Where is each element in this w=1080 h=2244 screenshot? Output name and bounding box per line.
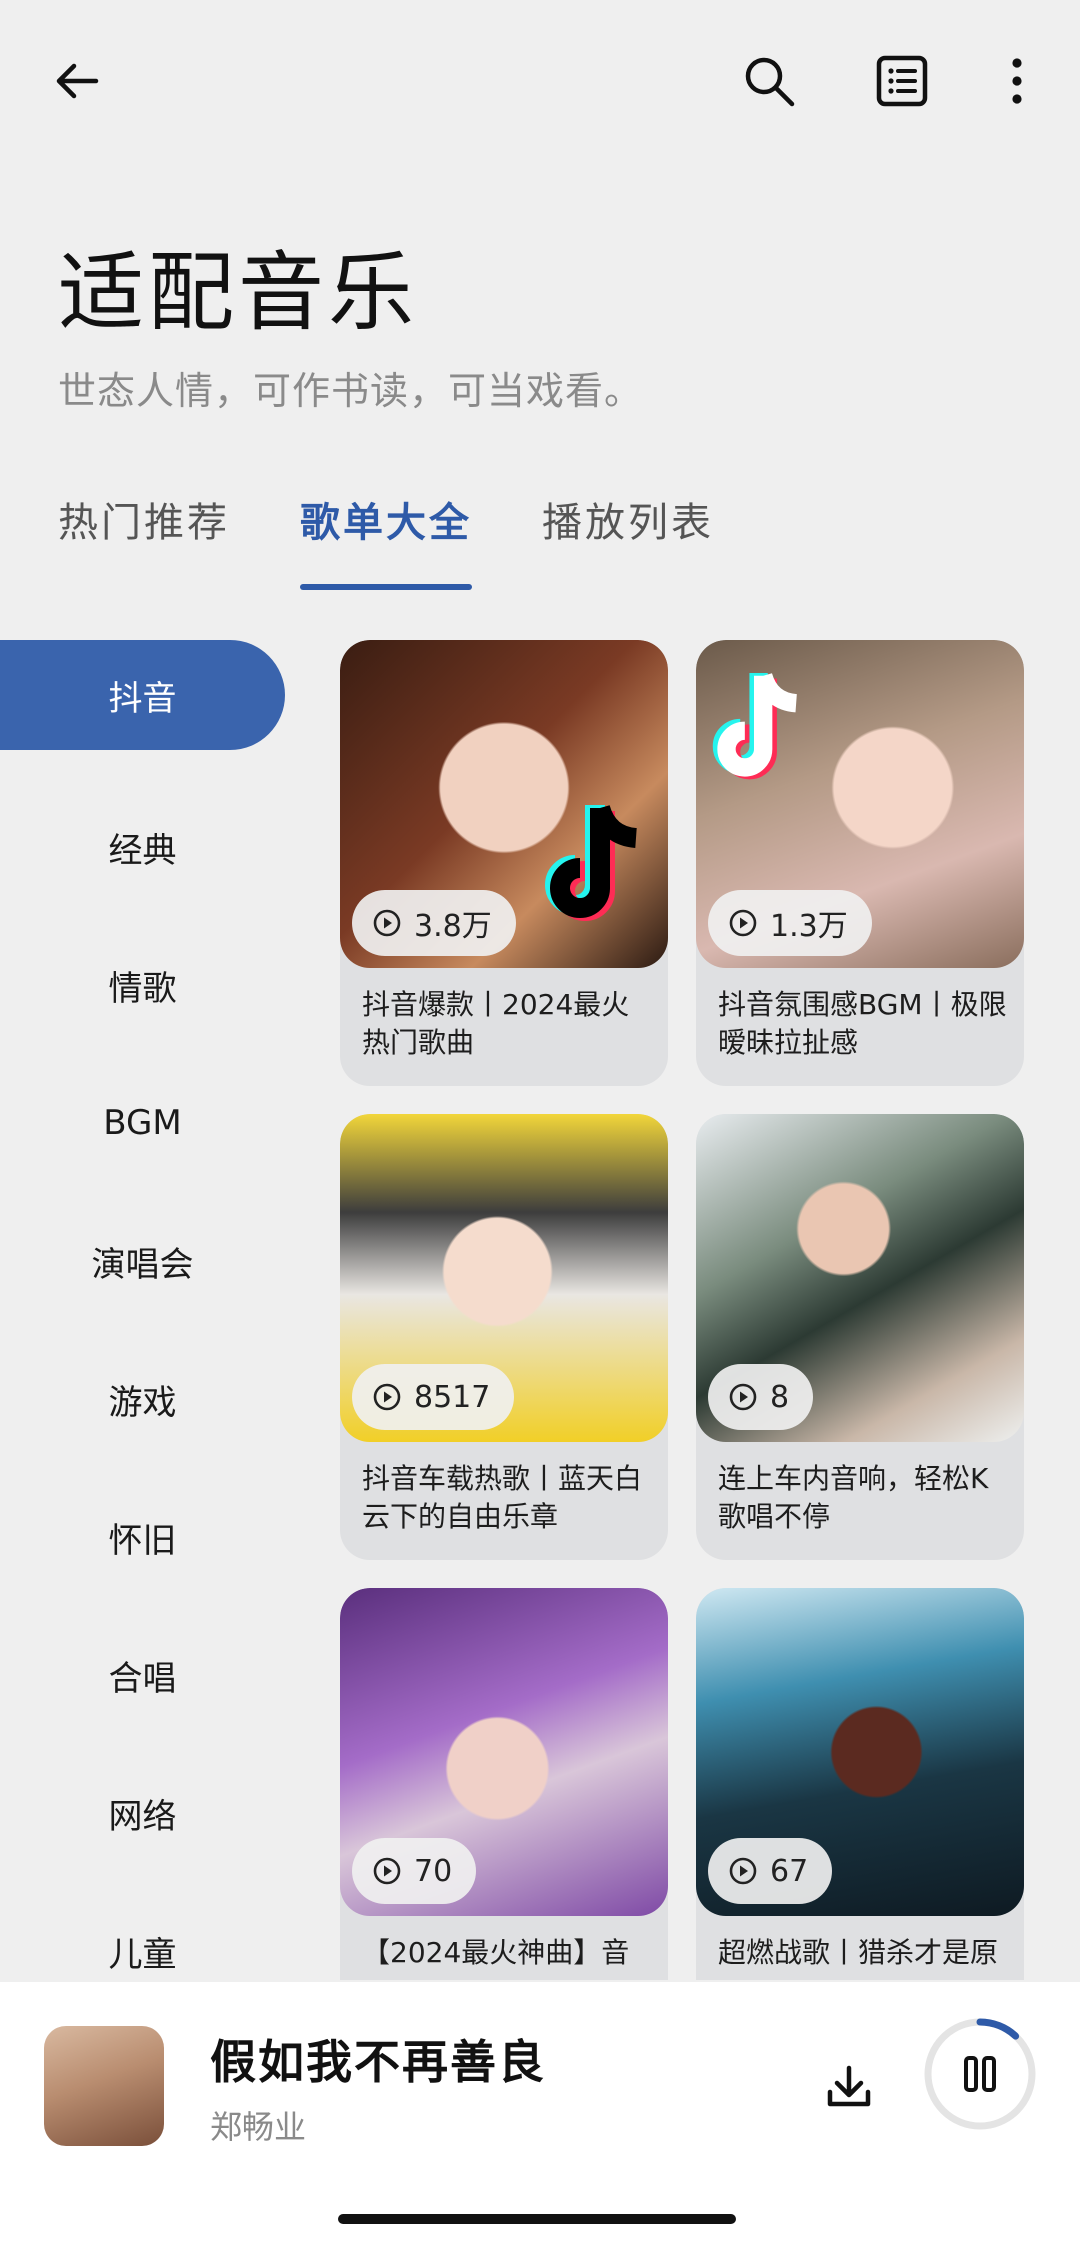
pause-icon bbox=[964, 2056, 996, 2092]
play-count-badge: 67 bbox=[708, 1838, 833, 1904]
category-chorus[interactable]: 合唱 bbox=[0, 1606, 285, 1744]
list-icon bbox=[876, 55, 928, 107]
play-circle-icon bbox=[729, 1857, 757, 1885]
play-circle-icon bbox=[729, 909, 757, 937]
more-options-button[interactable] bbox=[972, 36, 1062, 126]
page-title: 适配音乐 bbox=[58, 243, 418, 343]
playlist-cover: 8517 bbox=[340, 1114, 668, 1442]
category-nostalgia[interactable]: 怀旧 bbox=[0, 1468, 285, 1606]
playlist-title: 【2024最火神曲】音 bbox=[362, 1936, 630, 1969]
category-douyin[interactable]: 抖音 bbox=[0, 640, 285, 750]
play-count-badge: 3.8万 bbox=[352, 890, 516, 956]
category-internet[interactable]: 网络 bbox=[0, 1744, 285, 1882]
playlist-title: 超燃战歌丨猎杀才是原 bbox=[718, 1936, 999, 1969]
artist-name: 郑畅业 bbox=[210, 2108, 307, 2146]
home-indicator[interactable] bbox=[338, 2214, 736, 2224]
playlist-cover: 67 bbox=[696, 1588, 1024, 1916]
download-icon bbox=[827, 2065, 871, 2107]
play-count: 8 bbox=[770, 1379, 790, 1415]
top-bar bbox=[0, 0, 1080, 160]
page-subtitle: 世态人情，可作书读，可当戏看。 bbox=[58, 369, 644, 413]
play-circle-icon bbox=[373, 909, 401, 937]
song-title: 假如我不再善良 bbox=[210, 2035, 546, 2089]
mini-player[interactable]: 假如我不再善良 郑畅业 bbox=[0, 1982, 1080, 2244]
tab-bar: 热门推荐 歌单大全 播放列表 bbox=[58, 490, 784, 590]
playlist-cover: 3.8万 bbox=[340, 640, 668, 968]
playlist-card[interactable]: 8 连上车内音响，轻松K歌唱不停 bbox=[696, 1114, 1024, 1560]
tiktok-logo-icon bbox=[545, 804, 638, 921]
tab-playlists[interactable]: 歌单大全 bbox=[300, 490, 472, 590]
play-circle-icon bbox=[373, 1383, 401, 1411]
more-vertical-icon bbox=[1012, 58, 1022, 104]
category-bgm[interactable]: BGM bbox=[0, 1054, 285, 1192]
playlist-cover: 70 bbox=[340, 1588, 668, 1916]
category-game[interactable]: 游戏 bbox=[0, 1330, 285, 1468]
album-art[interactable] bbox=[44, 2026, 164, 2146]
play-count: 8517 bbox=[414, 1379, 491, 1415]
play-circle-icon bbox=[373, 1857, 401, 1885]
playlist-card[interactable]: 1.3万 抖音氛围感BGM丨极限暧昧拉扯感 bbox=[696, 640, 1024, 1086]
playlist-card[interactable]: 67 超燃战歌丨猎杀才是原 bbox=[696, 1588, 1024, 1980]
category-concert[interactable]: 演唱会 bbox=[0, 1192, 285, 1330]
category-classic[interactable]: 经典 bbox=[0, 778, 285, 916]
search-icon bbox=[745, 57, 795, 107]
tab-hot-recommend[interactable]: 热门推荐 bbox=[58, 490, 230, 590]
playlist-title: 连上车内音响，轻松K歌唱不停 bbox=[718, 1462, 989, 1533]
search-button[interactable] bbox=[724, 36, 814, 126]
playlist-cover: 8 bbox=[696, 1114, 1024, 1442]
play-count-badge: 70 bbox=[352, 1838, 477, 1904]
play-count-badge: 8517 bbox=[352, 1364, 515, 1430]
back-button[interactable] bbox=[32, 36, 122, 126]
category-love-songs[interactable]: 情歌 bbox=[0, 916, 285, 1054]
playlist-title: 抖音爆款丨2024最火热门歌曲 bbox=[362, 988, 630, 1059]
play-circle-icon bbox=[729, 1383, 757, 1411]
tab-play-queue[interactable]: 播放列表 bbox=[542, 490, 714, 590]
play-count: 67 bbox=[770, 1853, 809, 1889]
back-arrow-icon bbox=[56, 63, 99, 99]
tiktok-logo-icon bbox=[712, 672, 798, 780]
playlist-title: 抖音氛围感BGM丨极限暧昧拉扯感 bbox=[718, 988, 1007, 1059]
playlist-cover: 1.3万 bbox=[696, 640, 1024, 968]
playlist-grid: 3.8万 抖音爆款丨2024最火热门歌曲 1.3万 抖音氛围感BGM丨极限暧昧拉… bbox=[340, 640, 1040, 1980]
play-count-badge: 8 bbox=[708, 1364, 814, 1430]
pause-button[interactable] bbox=[922, 2016, 1038, 2132]
category-sidebar: 抖音 经典 情歌 BGM 演唱会 游戏 怀旧 合唱 网络 儿童 bbox=[0, 640, 290, 2020]
play-count-badge: 1.3万 bbox=[708, 890, 872, 956]
play-count: 3.8万 bbox=[414, 909, 492, 944]
playlist-card[interactable]: 3.8万 抖音爆款丨2024最火热门歌曲 bbox=[340, 640, 668, 1086]
playlist-card[interactable]: 70 【2024最火神曲】音 bbox=[340, 1588, 668, 1980]
playlist-card[interactable]: 8517 抖音车载热歌丨蓝天白云下的自由乐章 bbox=[340, 1114, 668, 1560]
download-button[interactable] bbox=[804, 2042, 894, 2132]
play-count: 1.3万 bbox=[770, 909, 848, 944]
playlist-manage-button[interactable] bbox=[857, 36, 947, 126]
play-count: 70 bbox=[414, 1853, 453, 1889]
playlist-title: 抖音车载热歌丨蓝天白云下的自由乐章 bbox=[362, 1462, 643, 1533]
